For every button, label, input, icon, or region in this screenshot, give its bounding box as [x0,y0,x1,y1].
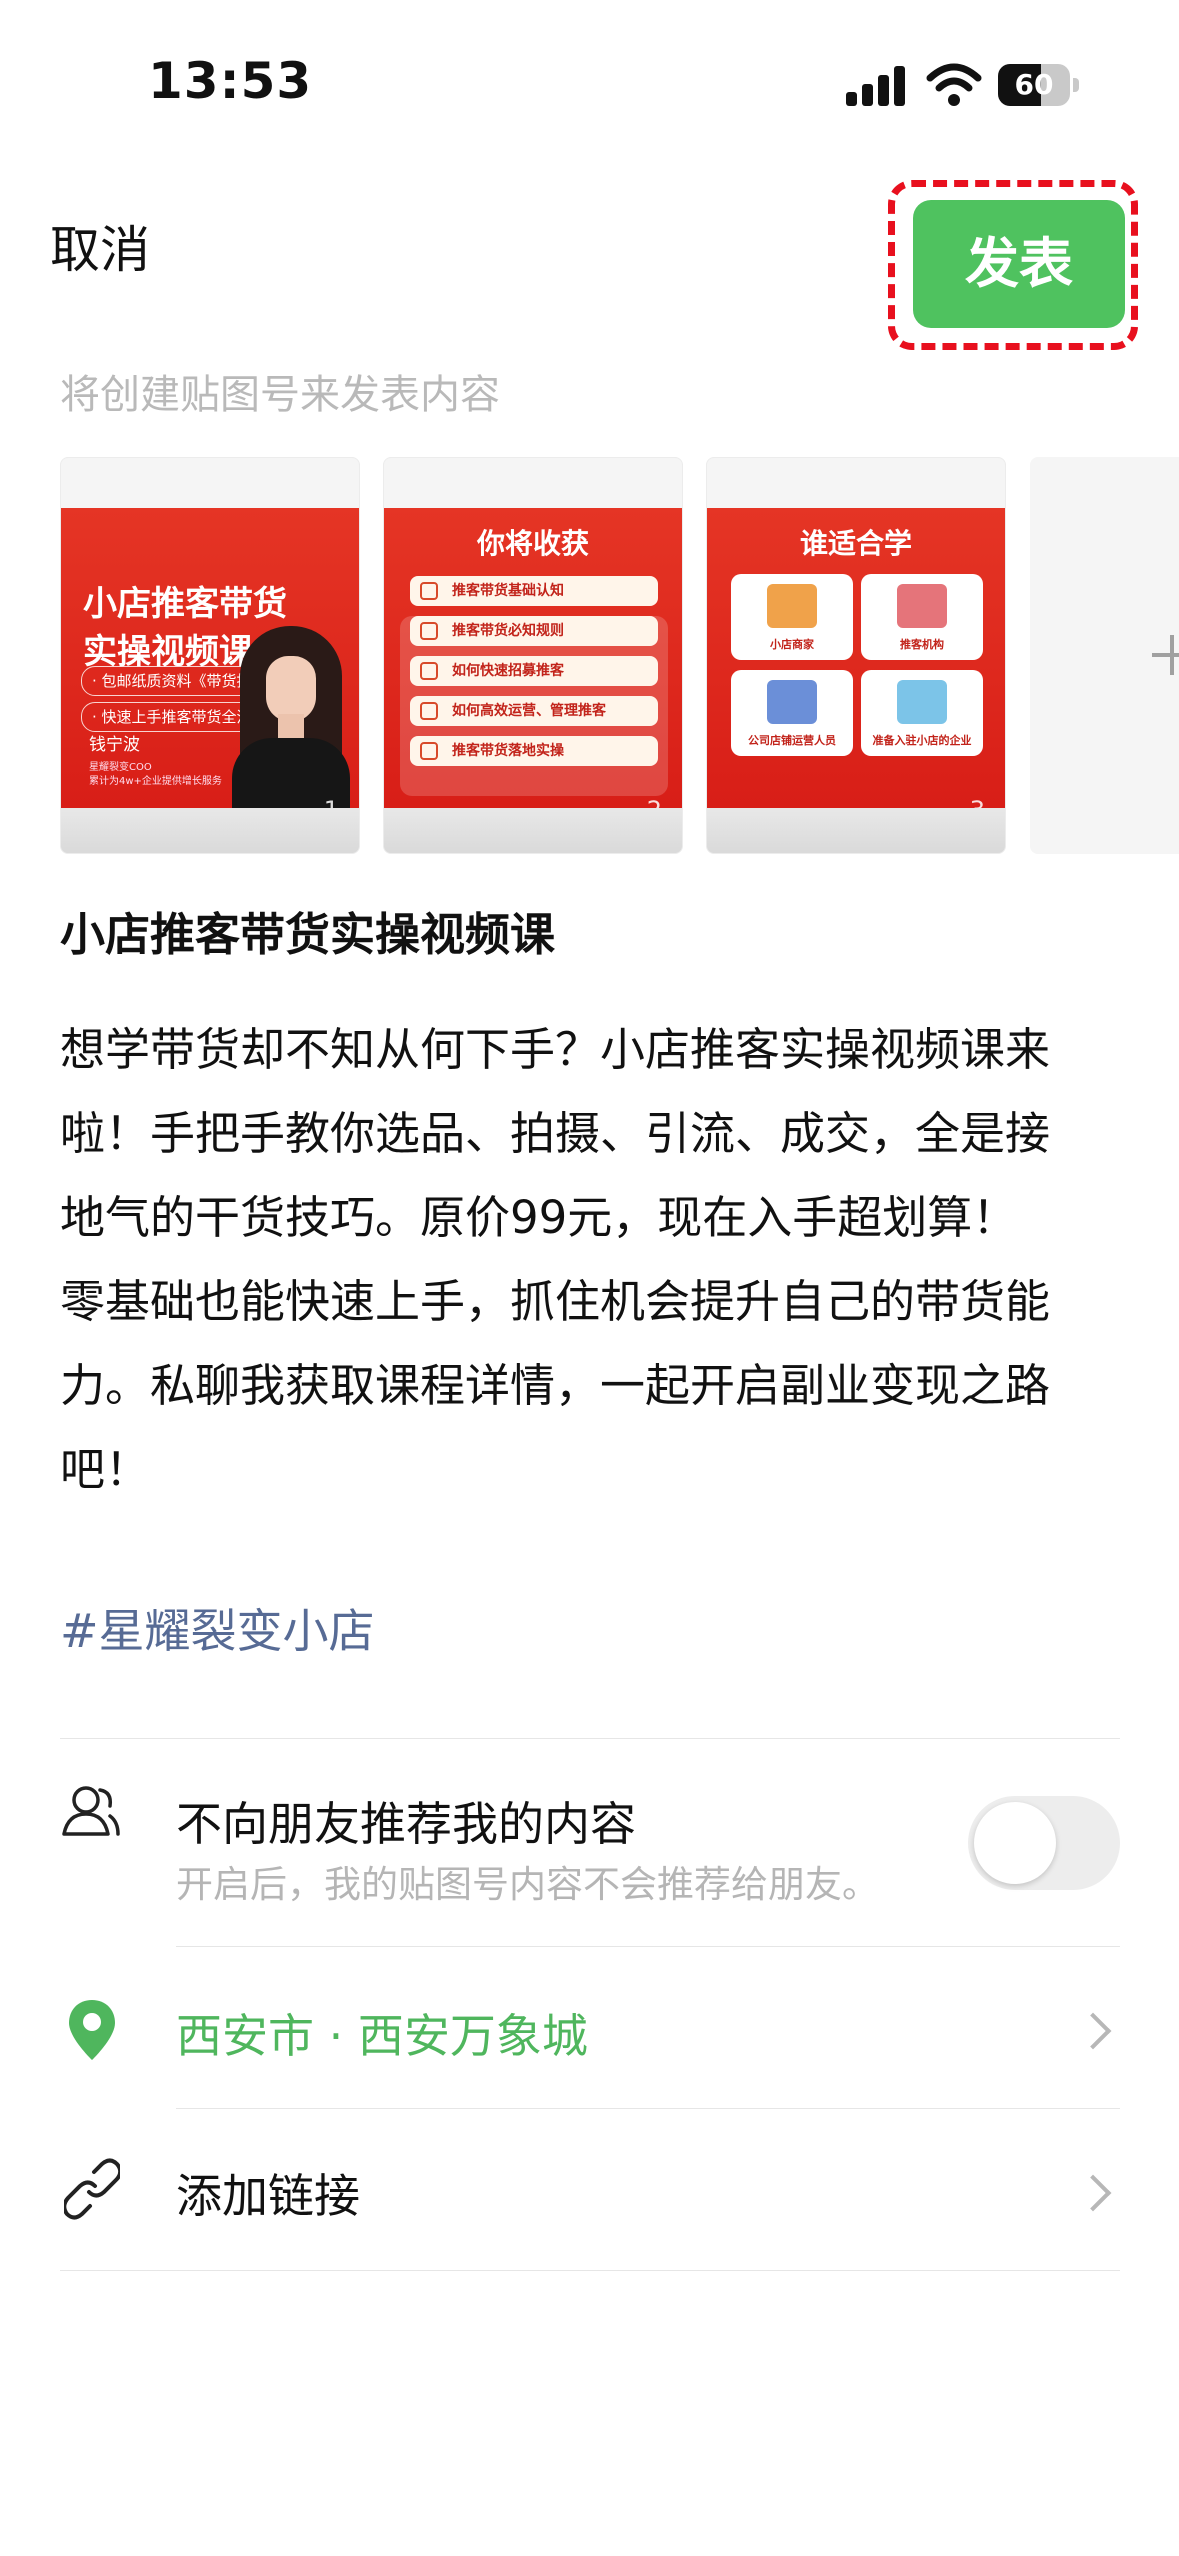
image-thumbnail-1[interactable]: 小店推客带货 实操视频课 · 包邮纸质资料《带货指南》 · 快速上手推客带货全流… [60,457,360,854]
list-item-icon [420,662,438,680]
toggle-knob [974,1802,1056,1884]
poster-title-line1: 小店推客带货 [83,584,287,624]
enterprise-illustration [897,680,947,724]
plus-icon [1152,653,1179,657]
person-outline-icon [62,1786,120,1836]
divider [176,1946,1120,1947]
building-illustration [897,584,947,628]
hint-text: 将创建贴图号来发表内容 [60,372,500,418]
location-text[interactable]: 西安市 · 西安万象城 [176,2000,588,2066]
wifi-icon [926,63,982,106]
no-recommend-title: 不向朋友推荐我的内容 [176,1797,636,1851]
poster-course-cover: 小店推客带货 实操视频课 · 包邮纸质资料《带货指南》 · 快速上手推客带货全流… [61,508,359,808]
cancel-button[interactable]: 取消 [50,210,150,282]
divider [176,2108,1120,2109]
benefit-item: 推客带货必知规则 [410,616,658,646]
post-body-line: 啦！手把手教你选品、拍摄、引流、成交，全是接 [60,1107,1051,1160]
poster-audience: 谁适合学 小店商家 推客机构 公司店铺运营人员 准备入驻小店的企业 [707,508,1005,808]
no-recommend-toggle[interactable] [968,1796,1120,1890]
publish-button[interactable]: 发表 [913,200,1125,328]
poster-heading: 谁适合学 [799,527,912,560]
list-item-icon [420,582,438,600]
add-image-button[interactable] [1030,457,1179,854]
benefit-item: 推客带货基础认知 [410,576,658,606]
divider [60,1738,1120,1739]
link-icon [64,2158,120,2220]
poster-benefits: 你将收获 推客带货基础认知 推客带货必知规则 如何快速招募推客 如何高效运营、管… [384,508,682,808]
post-body-line: 想学带货却不知从何下手？小店推客实操视频课来 [60,1023,1051,1076]
post-body-line: 力。私聊我获取课程详情，一起开启副业变现之路 [60,1359,1051,1412]
post-body-line: 零基础也能快速上手，抓住机会提升自己的带货能 [60,1275,1051,1328]
benefit-item: 如何高效运营、管理推客 [410,696,658,726]
audience-card: 推客机构 [861,574,983,660]
shop-illustration [767,584,817,628]
status-time: 13:53 [148,52,313,110]
poster-small-text: 星耀裂变COO [89,762,152,773]
divider [60,2270,1120,2271]
battery-icon: 60 [998,64,1080,106]
location-pin-icon [69,2000,115,2060]
list-item-icon [420,742,438,760]
cellular-signal-icon [846,66,906,106]
poster-name: 钱宁波 [89,735,140,755]
benefit-item: 推客带货落地实操 [410,736,658,766]
no-recommend-subtitle: 开启后，我的贴图号内容不会推荐给朋友。 [176,1863,879,1906]
list-item-icon [420,702,438,720]
image-thumbnail-2[interactable]: 你将收获 推客带货基础认知 推客带货必知规则 如何快速招募推客 如何高效运营、管… [383,457,683,854]
battery-level: 60 [1014,68,1054,101]
post-title[interactable]: 小店推客带货实操视频课 [60,898,555,963]
office-illustration [767,680,817,724]
image-thumbnail-3[interactable]: 谁适合学 小店商家 推客机构 公司店铺运营人员 准备入驻小店的企业 3 [706,457,1006,854]
add-link-text[interactable]: 添加链接 [176,2160,360,2226]
presenter-photo [226,626,356,808]
poster-heading: 你将收获 [476,527,589,560]
audience-card: 公司店铺运营人员 [731,670,853,756]
poster-small-text: 累计为4w+企业提供增长服务 [89,776,222,787]
hashtag-link[interactable]: #星耀裂变小店 [60,1595,375,1661]
audience-card: 小店商家 [731,574,853,660]
post-body-line: 地气的干货技巧。原价99元，现在入手超划算！ [60,1191,1018,1244]
post-body[interactable]: 想学带货却不知从何下手？小店推客实操视频课来 啦！手把手教你选品、拍摄、引流、成… [60,1008,1130,1512]
list-item-icon [420,622,438,640]
post-body-line: 吧！ [60,1443,151,1496]
audience-card: 准备入驻小店的企业 [861,670,983,756]
benefit-item: 如何快速招募推客 [410,656,658,686]
